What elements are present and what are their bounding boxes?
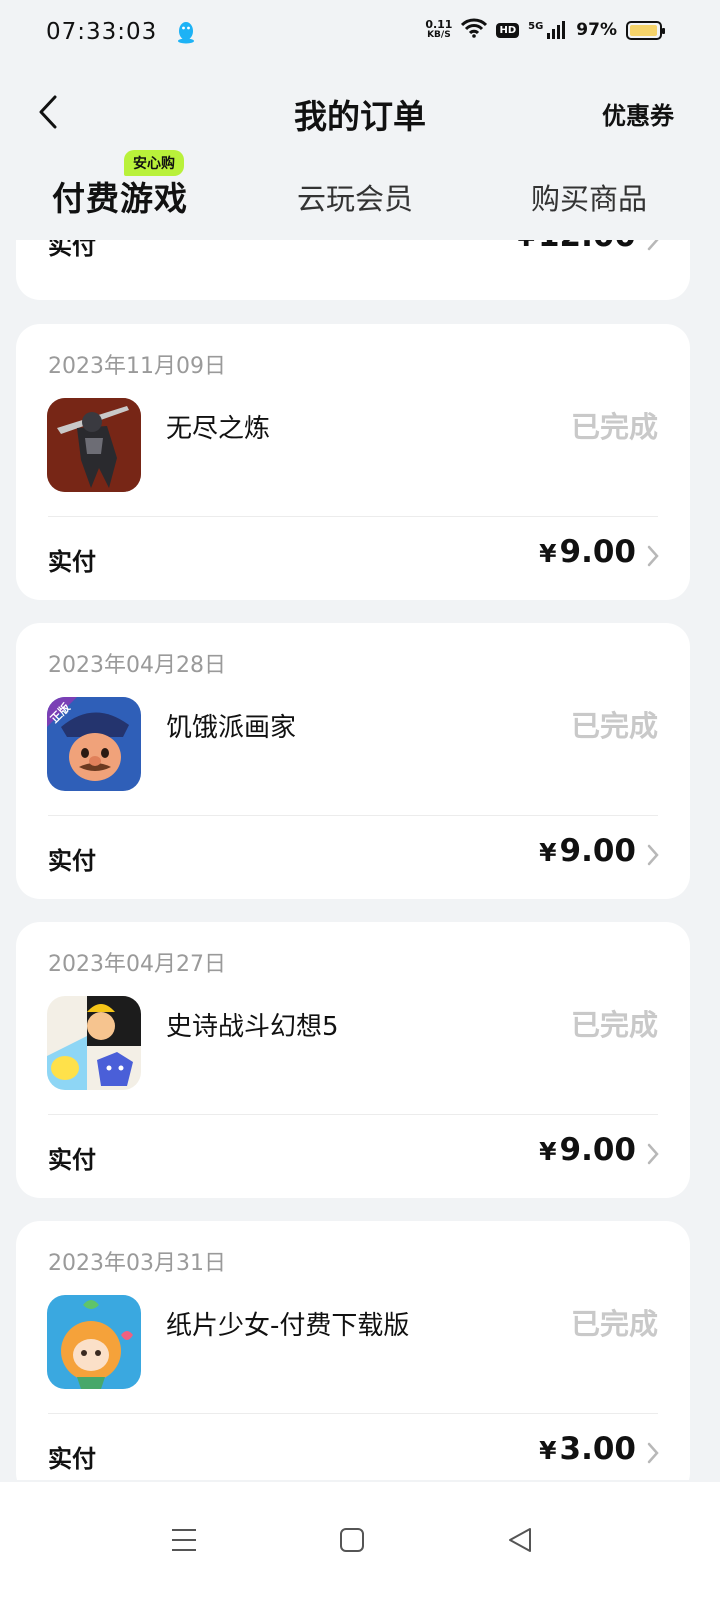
net-speed: 0.11 KB/S bbox=[425, 19, 452, 41]
pay-amount: ¥9.00 bbox=[539, 534, 636, 570]
dark-knight-game-icon bbox=[47, 398, 141, 492]
battery-level bbox=[630, 24, 658, 36]
pay-amount: ¥9.00 bbox=[539, 833, 636, 869]
qq-penguin-icon bbox=[175, 20, 197, 44]
order-card[interactable]: 2023年03月31日 纸片少女-付费下载版 已完成 实付 ¥3.00 bbox=[16, 1221, 690, 1480]
order-status: 已完成 bbox=[570, 709, 658, 743]
order-card[interactable]: 实付 ¥12.00 bbox=[16, 240, 690, 300]
pay-amount: ¥3.00 bbox=[539, 1431, 636, 1467]
pay-label: 实付 bbox=[48, 240, 96, 260]
header: 我的订单 优惠券 bbox=[0, 72, 720, 152]
status-time: 07:33:03 bbox=[46, 19, 158, 45]
chevron-right-icon bbox=[646, 843, 660, 867]
home-button[interactable] bbox=[332, 1520, 372, 1560]
currency-symbol: ¥ bbox=[539, 838, 557, 867]
order-status: 已完成 bbox=[570, 1008, 658, 1042]
game-name: 无尽之炼 bbox=[166, 414, 271, 444]
tab-cloud-member[interactable]: 云玩会员 bbox=[297, 176, 413, 218]
order-status: 已完成 bbox=[570, 1307, 658, 1341]
wifi-icon bbox=[461, 18, 488, 42]
tab-paid-games-label: 付费游戏 bbox=[52, 179, 188, 218]
pay-label: 实付 bbox=[48, 1445, 96, 1473]
pay-amount: ¥9.00 bbox=[539, 1132, 636, 1168]
amount-value: 12.00 bbox=[538, 240, 636, 254]
tab-paid-games[interactable]: 付费游戏 bbox=[52, 172, 188, 224]
status-indicators: 0.11 KB/S HD 5G 97% bbox=[425, 18, 665, 42]
currency-symbol: ¥ bbox=[539, 539, 557, 568]
epic-battle-game-icon bbox=[47, 996, 141, 1090]
status-bar: 07:33:03 0.11 KB/S HD 5G 97% bbox=[0, 0, 720, 64]
amount-value: 3.00 bbox=[559, 1431, 637, 1467]
amount-value: 9.00 bbox=[559, 534, 637, 570]
pay-label: 实付 bbox=[48, 1146, 96, 1174]
divider bbox=[48, 1413, 658, 1414]
chevron-right-icon bbox=[646, 544, 660, 568]
tab-buy-goods[interactable]: 购买商品 bbox=[531, 176, 647, 218]
pay-label: 实付 bbox=[48, 847, 96, 875]
coupon-link[interactable]: 优惠券 bbox=[602, 96, 674, 131]
chevron-right-icon bbox=[646, 1441, 660, 1465]
order-card[interactable]: 2023年11月09日 无尽之炼 已完成 实付 ¥9.00 bbox=[16, 324, 690, 600]
network-type: 5G bbox=[528, 21, 544, 32]
order-date: 2023年04月28日 bbox=[48, 653, 226, 678]
order-date: 2023年04月27日 bbox=[48, 952, 226, 977]
home-square-icon bbox=[340, 1528, 364, 1552]
chevron-right-icon bbox=[646, 1142, 660, 1166]
net-speed-unit: KB/S bbox=[427, 30, 451, 40]
hd-badge: HD bbox=[496, 22, 520, 38]
game-name: 史诗战斗幻想5 bbox=[166, 1012, 339, 1042]
system-nav-bar bbox=[0, 1482, 720, 1600]
pay-amount: ¥12.00 bbox=[518, 240, 636, 254]
game-name: 纸片少女-付费下载版 bbox=[166, 1311, 410, 1341]
divider bbox=[48, 1114, 658, 1115]
menu-button[interactable] bbox=[164, 1520, 204, 1560]
amount-value: 9.00 bbox=[559, 1132, 637, 1168]
order-card[interactable]: 2023年04月28日 正版 饥饿派画家 已完成 实付 ¥9.00 bbox=[16, 623, 690, 899]
game-name: 饥饿派画家 bbox=[166, 713, 297, 743]
battery-icon bbox=[626, 20, 665, 40]
pay-label: 实付 bbox=[48, 548, 96, 576]
tab-bar: 安心购 付费游戏 云玩会员 购买商品 bbox=[0, 150, 720, 240]
order-status: 已完成 bbox=[570, 410, 658, 444]
signal-icon: 5G bbox=[528, 21, 567, 39]
currency-symbol: ¥ bbox=[539, 1436, 557, 1465]
currency-symbol: ¥ bbox=[518, 240, 535, 252]
painter-game-icon: 正版 bbox=[47, 697, 141, 791]
back-nav-button[interactable] bbox=[500, 1520, 540, 1560]
divider bbox=[48, 516, 658, 517]
order-date: 2023年11月09日 bbox=[48, 354, 226, 379]
order-date: 2023年03月31日 bbox=[48, 1251, 226, 1276]
net-speed-value: 0.11 bbox=[425, 18, 453, 31]
order-list[interactable]: 实付 ¥12.00 2023年11月09日 无尽之炼 已完成 实付 ¥9.00 … bbox=[0, 240, 720, 1480]
amount-value: 9.00 bbox=[559, 833, 637, 869]
back-triangle-icon bbox=[509, 1528, 531, 1552]
order-card[interactable]: 2023年04月27日 史诗战斗幻想5 已完成 实付 ¥9.00 bbox=[16, 922, 690, 1198]
currency-symbol: ¥ bbox=[539, 1137, 557, 1166]
battery-percent: 97% bbox=[576, 20, 617, 40]
paper-girl-game-icon bbox=[47, 1295, 141, 1389]
chevron-right-icon bbox=[646, 240, 660, 252]
divider bbox=[48, 815, 658, 816]
menu-icon bbox=[172, 1529, 196, 1551]
